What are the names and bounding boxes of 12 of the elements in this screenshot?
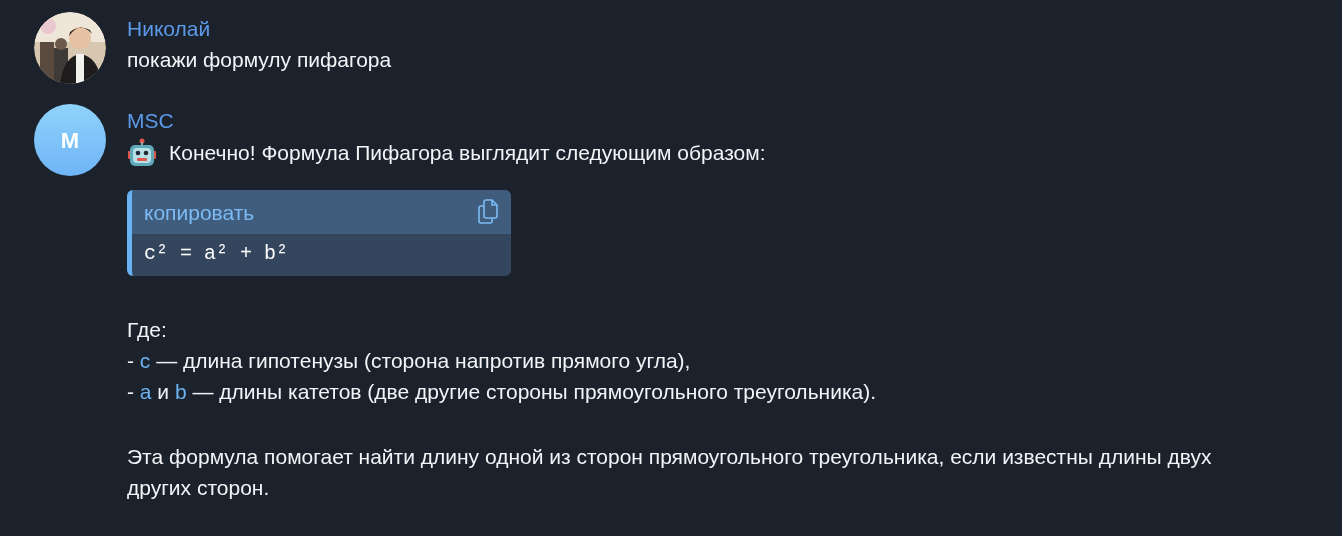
sender-name[interactable]: Николай (127, 12, 392, 44)
avatar: M (34, 104, 106, 176)
robot-icon (127, 137, 157, 168)
code-text: c² = a² + b² (143, 241, 290, 267)
sender-name[interactable]: MSC (127, 104, 1217, 136)
list-item: - a и b — длины катетов (две другие стороны прямоугольного треугольника). (127, 379, 878, 405)
message-text: Конечно! Формула Пифагора выглядит следующим образом: (169, 140, 766, 166)
copy-icon[interactable] (477, 199, 501, 225)
list-item: - c — длина гипотенузы (сторона напротив прямого угла), (127, 348, 692, 374)
message-text: Где: (127, 317, 168, 343)
message-text: покажи формулу пифагора (127, 47, 392, 73)
message-text: Эта формула помогает найти длину одной из сторон прямоугольного треугольника, если известны длины двух других сторон. (127, 444, 1213, 501)
